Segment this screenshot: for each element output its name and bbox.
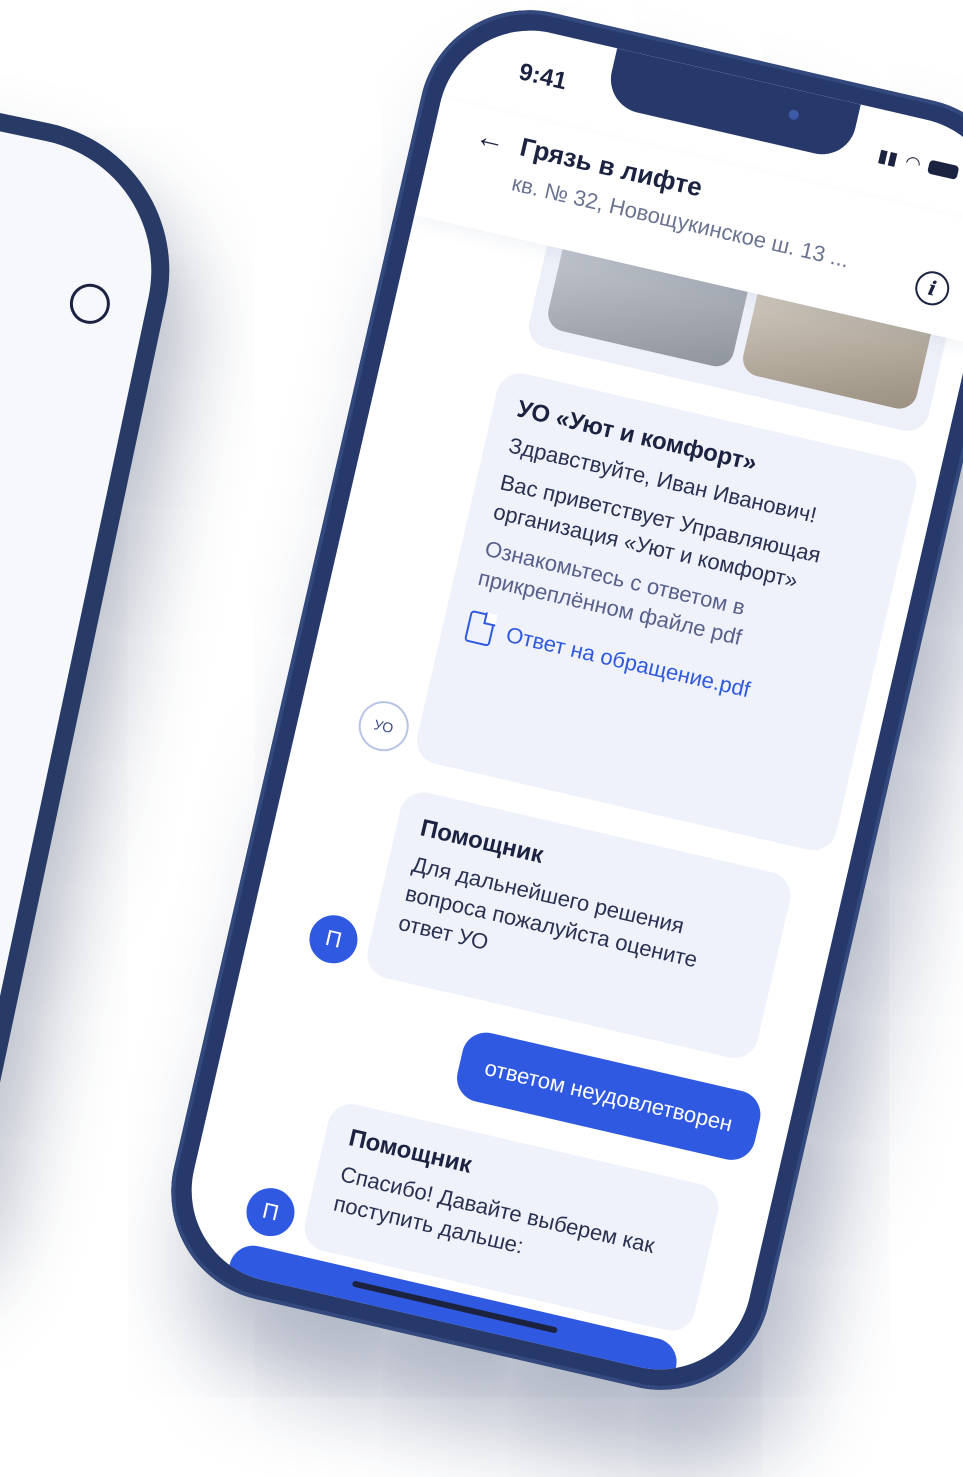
signal-icon: ▮▮ (876, 144, 901, 169)
assistant-avatar: П (304, 910, 363, 969)
status-icons: ▮▮ ◠ (876, 145, 960, 184)
background-phone-screen (0, 72, 176, 1288)
background-phone (0, 50, 198, 1310)
pdf-file-icon (463, 609, 497, 647)
uo-message: УО «Уют и комфорт» Здравствуйте, Иван Ив… (412, 368, 922, 856)
status-time: 9:41 (516, 58, 570, 96)
wifi-icon: ◠ (903, 150, 924, 174)
background-info-icon (66, 280, 114, 328)
battery-icon (927, 159, 960, 180)
phone-frame: 9:41 ▮▮ ◠ ← Грязь в лифте кв. № 32, Ново… (149, 0, 963, 1412)
uo-avatar: УО (353, 696, 414, 757)
assistant-avatar: П (241, 1183, 300, 1241)
phone-screen: 9:41 ▮▮ ◠ ← Грязь в лифте кв. № 32, Ново… (173, 12, 963, 1388)
chat-feed[interactable]: УО «Уют и комфорт» Здравствуйте, Иван Ив… (173, 215, 963, 1388)
arrow-left-icon[interactable]: ← (472, 119, 509, 159)
info-icon[interactable]: i (911, 267, 953, 309)
